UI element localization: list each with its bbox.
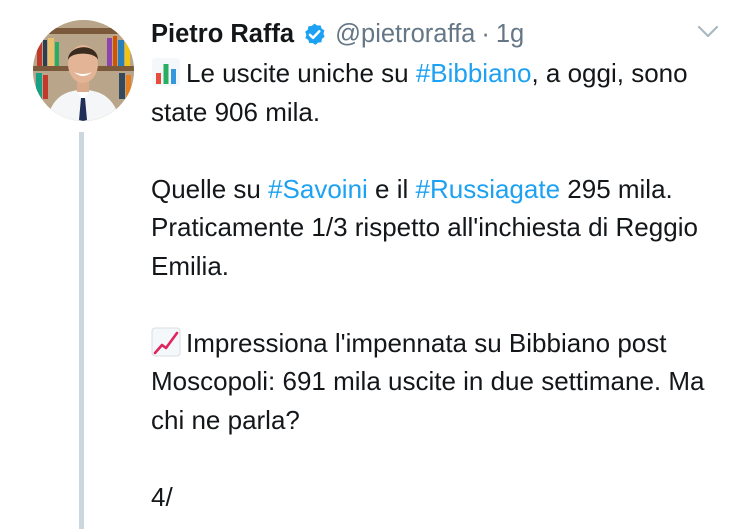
tweet-paragraph-1: Le uscite uniche su #Bibbiano, a oggi, s…: [151, 54, 731, 131]
tweet-paragraph-4: 4/: [151, 478, 731, 517]
header-separator: ·: [481, 19, 490, 48]
tweet-paragraph-2: Quelle su #Savoini e il #Russiagate 295 …: [151, 170, 731, 286]
avatar[interactable]: [33, 20, 134, 121]
tweet-text: Le uscite uniche su #Bibbiano, a oggi, s…: [151, 54, 731, 516]
tweet-paragraph-3: Impressiona l'impennata su Bibbiano post…: [151, 324, 731, 440]
hashtag-link[interactable]: #Bibbiano: [416, 58, 532, 88]
thread-connector-line: [79, 132, 84, 529]
verified-badge-icon: [302, 22, 327, 47]
tweet-text-segment: e il: [367, 173, 416, 204]
chart-increasing-emoji-icon: [151, 327, 181, 357]
hashtag-link[interactable]: #Russiagate: [416, 174, 561, 204]
tweet-header: Pietro Raffa @pietroraffa · 1g: [151, 14, 524, 54]
author-name[interactable]: Pietro Raffa: [151, 20, 294, 49]
avatar-photo: [33, 20, 134, 121]
bar-chart-emoji-icon: [151, 57, 181, 87]
chevron-down-icon[interactable]: [696, 24, 720, 40]
tweet-text-segment: Impressiona l'impennata su Bibbiano post…: [151, 327, 705, 435]
author-handle[interactable]: @pietroraffa: [335, 20, 475, 49]
hashtag-link[interactable]: #Savoini: [268, 174, 368, 204]
tweet-text-segment: 4/: [151, 481, 173, 512]
tweet-timestamp[interactable]: 1g: [496, 20, 524, 49]
tweet-text-segment: Quelle su: [151, 173, 269, 204]
tweet-text-segment: Le uscite uniche su: [186, 58, 416, 88]
